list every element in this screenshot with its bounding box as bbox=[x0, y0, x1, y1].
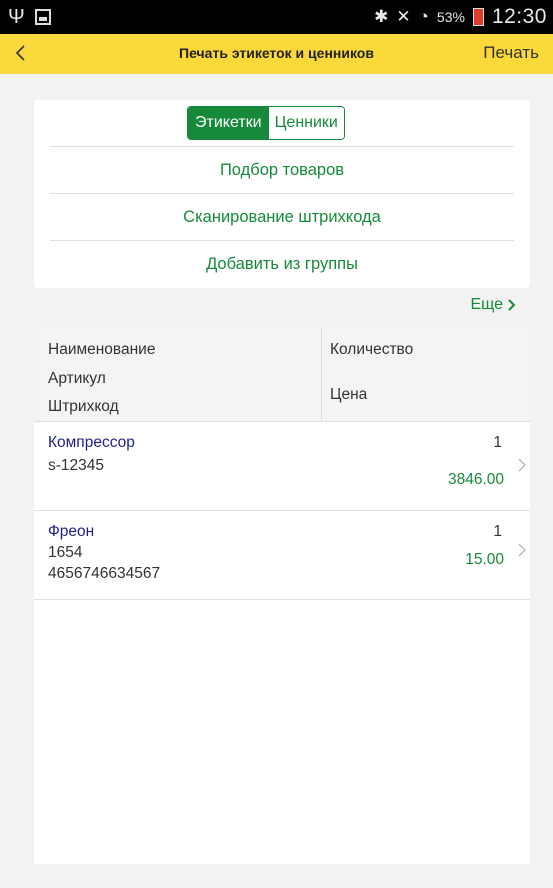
chevron-right-icon bbox=[507, 299, 515, 311]
wifi-icon: ◔ bbox=[418, 7, 429, 26]
print-button[interactable]: Печать bbox=[483, 43, 539, 63]
row-quantity: 1 bbox=[493, 523, 502, 540]
clock: 12:30 bbox=[491, 5, 547, 28]
products-table: Наименование Артикул Штрихкод Количество… bbox=[34, 328, 530, 864]
row-price: 3846.00 bbox=[447, 471, 504, 488]
row-article: 1654 bbox=[48, 544, 83, 561]
row-name: Компрессор bbox=[48, 434, 135, 451]
tab-price-tags[interactable]: Ценники bbox=[268, 107, 344, 139]
header-article: Артикул bbox=[48, 370, 106, 387]
gallery-icon bbox=[34, 9, 51, 25]
app-header: Печать этикеток и ценников Печать bbox=[0, 34, 553, 74]
select-products-button[interactable]: Подбор товаров bbox=[50, 146, 514, 193]
header-quantity: Количество bbox=[330, 341, 414, 358]
bluetooth-icon: ✱ bbox=[374, 7, 389, 26]
chevron-right-icon bbox=[518, 458, 526, 477]
row-barcode: 4656746634567 bbox=[48, 565, 161, 582]
more-label: Еще bbox=[470, 296, 503, 313]
scan-barcode-button[interactable]: Сканирование штрихкода bbox=[50, 193, 514, 240]
usb-icon: Ψ bbox=[8, 6, 25, 28]
mode-switch: Этикетки Ценники bbox=[187, 106, 345, 140]
table-row[interactable]: Фреон 1654 4656746634567 1 15.00 bbox=[34, 511, 530, 600]
battery-percent: 53% bbox=[436, 9, 465, 25]
header-barcode: Штрихкод bbox=[48, 398, 119, 415]
tab-labels[interactable]: Этикетки bbox=[188, 107, 269, 139]
header-name: Наименование bbox=[48, 341, 156, 358]
more-button[interactable]: Еще bbox=[470, 296, 515, 314]
table-header: Наименование Артикул Штрихкод Количество… bbox=[34, 328, 530, 422]
chevron-right-icon bbox=[518, 543, 526, 562]
add-from-group-button[interactable]: Добавить из группы bbox=[50, 240, 514, 287]
row-name: Фреон bbox=[48, 523, 95, 540]
header-price: Цена bbox=[330, 386, 368, 403]
battery-icon bbox=[472, 8, 484, 26]
column-divider bbox=[321, 328, 322, 421]
status-bar: Ψ ✱ ✕ ◔ 53% 12:30 bbox=[0, 0, 553, 34]
actions-card: Этикетки Ценники Подбор товаров Сканиров… bbox=[34, 100, 530, 288]
table-row[interactable]: Компрессор s-12345 1 3846.00 bbox=[34, 422, 530, 511]
row-article: s-12345 bbox=[48, 457, 105, 474]
row-quantity: 1 bbox=[493, 434, 502, 451]
page-title: Печать этикеток и ценников bbox=[179, 45, 374, 61]
row-price: 15.00 bbox=[465, 551, 504, 568]
mute-icon: ✕ bbox=[396, 7, 411, 26]
